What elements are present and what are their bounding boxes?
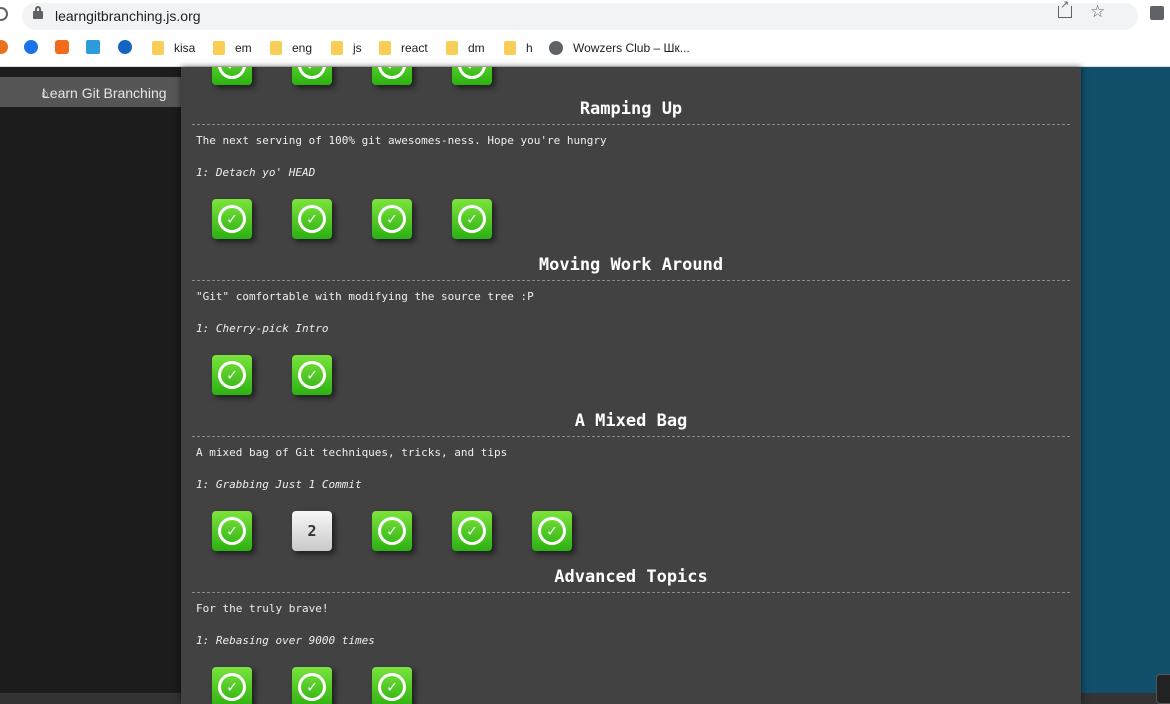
level-badge-complete[interactable]: ✓ xyxy=(372,667,412,704)
address-bar[interactable]: learngitbranching.js.org xyxy=(22,3,1138,30)
checkmark-icon: ✓ xyxy=(458,205,486,233)
bookmark-h[interactable]: h xyxy=(504,39,533,57)
url-text[interactable]: learngitbranching.js.org xyxy=(55,8,201,24)
checkmark-icon: ✓ xyxy=(218,67,246,79)
section-title: Ramping Up xyxy=(579,99,683,119)
extensions-icon[interactable] xyxy=(1150,6,1164,20)
folder-icon xyxy=(446,41,458,55)
folder-icon xyxy=(270,41,282,55)
bookmark-label: h xyxy=(526,41,533,55)
level-badge-complete[interactable]: ✓ xyxy=(452,67,492,85)
bookmark-label: Wowzers Club – Шк... xyxy=(573,41,690,55)
section-title: A Mixed Bag xyxy=(574,411,688,431)
section-title: Advanced Topics xyxy=(554,567,708,587)
globe-icon xyxy=(549,41,563,55)
level-badge-complete[interactable]: ✓ xyxy=(372,199,412,239)
checkmark-icon: ✓ xyxy=(298,205,326,233)
folder-icon xyxy=(504,41,516,55)
section-description: For the truly brave! xyxy=(196,602,329,615)
bookmark-label: react xyxy=(401,41,428,55)
current-level-label: 1: Detach yo' HEAD xyxy=(196,166,316,179)
bookmark-label: js xyxy=(353,41,362,55)
page-body: ⌂ Learn Git Branching ✓ ✓ ✓ ✓ Ramping Up The … xyxy=(0,67,1170,704)
bookmark-react[interactable]: react xyxy=(379,39,428,57)
level-badge-complete[interactable]: ✓ xyxy=(452,199,492,239)
bookmark-kisa[interactable]: kisa xyxy=(152,39,195,57)
bookmarks-bar: kisa em eng js react dm h Wowzers Club –… xyxy=(0,36,1170,60)
current-level-label: 1: Rebasing over 9000 times xyxy=(196,634,375,647)
share-icon[interactable] xyxy=(1058,0,1072,18)
app-icon[interactable] xyxy=(0,40,8,54)
bookmark-label: eng xyxy=(292,41,313,55)
section-description: The next serving of 100% git awesomes-ne… xyxy=(196,134,607,147)
checkmark-icon: ✓ xyxy=(218,205,246,233)
level-badge-complete[interactable]: ✓ xyxy=(212,355,252,395)
bookmark-dm[interactable]: dm xyxy=(446,39,485,57)
lock-icon xyxy=(33,6,43,19)
checkmark-icon: ✓ xyxy=(378,67,406,79)
checkmark-icon: ✓ xyxy=(298,67,326,79)
level-badge-complete[interactable]: ✓ xyxy=(212,199,252,239)
level-select-panel: ✓ ✓ ✓ ✓ Ramping Up The next serving of 100% g… xyxy=(181,67,1081,704)
checkmark-icon: ✓ xyxy=(458,67,486,79)
checkmark-icon: ✓ xyxy=(298,673,326,701)
bookmark-star-icon[interactable]: ☆ xyxy=(1090,2,1105,22)
checkmark-icon: ✓ xyxy=(538,517,566,545)
folder-icon xyxy=(152,41,164,55)
checkmark-icon: ✓ xyxy=(298,361,326,389)
folder-icon xyxy=(331,41,343,55)
app-icon[interactable] xyxy=(118,40,132,54)
section-description: A mixed bag of Git techniques, tricks, a… xyxy=(196,446,508,459)
bookmark-label: em xyxy=(235,41,252,55)
level-badge-complete[interactable]: ✓ xyxy=(452,511,492,551)
bookmark-label: dm xyxy=(468,41,485,55)
checkmark-icon: ✓ xyxy=(378,517,406,545)
checkmark-icon: ✓ xyxy=(218,361,246,389)
checkmark-icon: ✓ xyxy=(218,517,246,545)
level-badge-complete[interactable]: ✓ xyxy=(212,511,252,551)
section-divider xyxy=(192,436,1070,437)
scroll-widget[interactable] xyxy=(1156,674,1170,704)
sidebar-tab-label: Learn Git Branching xyxy=(42,85,167,101)
checkmark-icon: ✓ xyxy=(378,673,406,701)
bookmark-eng[interactable]: eng xyxy=(270,39,312,57)
level-badge-complete[interactable]: ✓ xyxy=(212,667,252,704)
level-badge-complete[interactable]: ✓ xyxy=(292,199,332,239)
level-badge-pending[interactable]: 2 xyxy=(292,511,332,551)
section-divider xyxy=(192,280,1070,281)
left-pane: ⌂ Learn Git Branching xyxy=(0,67,190,693)
level-badge-complete[interactable]: ✓ xyxy=(372,67,412,85)
address-row: learngitbranching.js.org ☆ xyxy=(0,0,1170,33)
section-divider xyxy=(192,592,1070,593)
reload-icon[interactable] xyxy=(0,7,8,21)
level-badge-complete[interactable]: ✓ xyxy=(212,67,252,85)
folder-icon xyxy=(379,41,391,55)
current-level-label: 1: Grabbing Just 1 Commit xyxy=(196,478,362,491)
browser-chrome: learngitbranching.js.org ☆ kisa em eng j… xyxy=(0,0,1170,67)
section-divider xyxy=(192,124,1070,125)
section-description: "Git" comfortable with modifying the sou… xyxy=(196,290,534,303)
checkmark-icon: ✓ xyxy=(218,673,246,701)
level-number: 2 xyxy=(307,522,317,540)
folder-icon xyxy=(213,41,225,55)
level-badge-complete[interactable]: ✓ xyxy=(292,67,332,85)
section-title: Moving Work Around xyxy=(538,255,724,275)
level-badge-complete[interactable]: ✓ xyxy=(532,511,572,551)
bookmark-wowzers[interactable]: Wowzers Club – Шк... xyxy=(549,39,690,57)
app-icon[interactable] xyxy=(55,40,69,54)
bookmark-js[interactable]: js xyxy=(331,39,362,57)
level-badge-complete[interactable]: ✓ xyxy=(292,667,332,704)
checkmark-icon: ✓ xyxy=(378,205,406,233)
app-icon[interactable] xyxy=(86,40,100,54)
level-badge-complete[interactable]: ✓ xyxy=(292,355,332,395)
current-level-label: 1: Cherry-pick Intro xyxy=(196,322,329,335)
bookmark-em[interactable]: em xyxy=(213,39,252,57)
sidebar-tab[interactable]: ⌂ Learn Git Branching xyxy=(0,77,190,107)
checkmark-icon: ✓ xyxy=(458,517,486,545)
bookmark-label: kisa xyxy=(174,41,196,55)
home-icon: ⌂ xyxy=(41,86,49,100)
level-badge-complete[interactable]: ✓ xyxy=(372,511,412,551)
app-icon[interactable] xyxy=(24,40,38,54)
